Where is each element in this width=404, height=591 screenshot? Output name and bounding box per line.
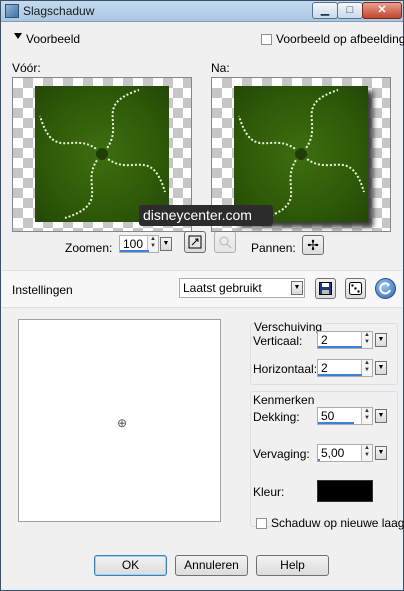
reset-arrow-icon (379, 282, 391, 295)
maximize-button[interactable]: □ (337, 2, 363, 19)
watermark-logo: disneycenter.com (139, 205, 273, 226)
horizontal-dropdown-button[interactable]: ▼ (375, 361, 387, 375)
preview-on-image-label: Voorbeeld op afbeelding (276, 32, 404, 46)
floppy-disk-icon (319, 282, 332, 295)
reset-button[interactable] (375, 278, 396, 299)
blur-dropdown-button[interactable]: ▼ (375, 446, 387, 460)
pan-button[interactable]: ✢ (302, 235, 324, 255)
dialog-content: Voorbeeld Voorbeeld op afbeelding Vóór: … (2, 22, 404, 588)
preset-dropdown[interactable]: Laatst gebruikt ▼ (179, 278, 305, 298)
before-label: Vóór: (12, 61, 41, 75)
color-label: Kleur: (253, 485, 285, 499)
before-swirl-image (35, 86, 169, 222)
vertical-level-bar (318, 346, 362, 348)
opacity-dropdown-button[interactable]: ▼ (375, 409, 387, 423)
help-button[interactable]: Help (256, 555, 329, 576)
blur-label: Vervaging: (253, 447, 310, 461)
zoom-level-bar (120, 250, 149, 252)
opacity-spin-arrows[interactable]: ▲ ▼ (361, 408, 372, 424)
preview-on-image-checkbox[interactable] (261, 34, 272, 45)
pan-label: Pannen: (251, 241, 296, 255)
cancel-button[interactable]: Annuleren (175, 555, 248, 576)
ok-button[interactable]: OK (94, 555, 167, 576)
fit-zoom-button[interactable] (184, 231, 206, 253)
preset-value: Laatst gebruikt (183, 281, 262, 295)
vertical-spinner[interactable]: 2 ▲ ▼ (317, 331, 373, 349)
shadow-new-layer-checkbox[interactable] (256, 518, 267, 529)
window-title: Slagschaduw (23, 4, 95, 18)
horizontal-spin-arrows[interactable]: ▲ ▼ (361, 360, 372, 376)
zoom-label: Zoomen: (65, 241, 113, 255)
zoom-dropdown-button[interactable]: ▼ (160, 237, 172, 251)
zoom-spinner[interactable]: 100 ▲ ▼ (119, 235, 159, 253)
crosshair-icon[interactable]: ⊕ (117, 416, 127, 430)
preview-section-header[interactable]: Voorbeeld (26, 32, 80, 46)
dialog-window: Slagschaduw ▁ □ ✕ Voorbeeld Voorbeeld op… (0, 0, 404, 591)
blur-spin-arrows[interactable]: ▲ ▼ (361, 445, 372, 461)
zoom-tool-button[interactable] (214, 231, 236, 253)
save-preset-button[interactable] (315, 278, 336, 299)
vertical-label: Verticaal: (253, 334, 303, 348)
after-label: Na: (211, 61, 230, 75)
after-swirl-image (234, 86, 368, 222)
offset-group: Verschuiving Verticaal: 2 ▲ ▼ ▼ Horizonta… (250, 320, 398, 385)
settings-label: Instellingen (12, 283, 73, 297)
horizontal-value: 2 (321, 361, 328, 375)
blur-level-bar (318, 459, 320, 461)
vertical-spin-arrows[interactable]: ▲ ▼ (361, 332, 372, 348)
title-bar[interactable]: Slagschaduw ▁ □ ✕ (1, 1, 403, 22)
minimize-button[interactable]: ▁ (312, 2, 338, 19)
shadow-new-layer-label: Schaduw op nieuwe laag (271, 516, 404, 530)
horizontal-label: Horizontaal: (253, 362, 318, 376)
dice-icon (349, 282, 362, 295)
collapse-triangle-icon[interactable] (14, 33, 22, 39)
opacity-spinner[interactable]: 50 ▲ ▼ (317, 407, 373, 425)
app-icon (5, 4, 19, 18)
preset-dropdown-arrow[interactable]: ▼ (291, 281, 303, 295)
zoom-fit-icon (188, 235, 202, 249)
shadow-offset-canvas[interactable]: ⊕ (18, 319, 221, 522)
opacity-level-bar (318, 422, 354, 424)
opacity-value: 50 (321, 409, 335, 423)
blur-spinner[interactable]: 5,00 ▲ ▼ (317, 444, 373, 462)
blur-value: 5,00 (321, 446, 345, 460)
zoom-value: 100 (123, 237, 144, 251)
color-swatch[interactable] (317, 480, 373, 502)
horizontal-level-bar (318, 374, 362, 376)
vertical-dropdown-button[interactable]: ▼ (375, 333, 387, 347)
properties-group: Kenmerken Dekking: 50 ▲ ▼ ▼ Vervaging: 5,… (250, 391, 398, 527)
vertical-value: 2 (321, 333, 328, 347)
properties-group-title: Kenmerken (253, 393, 315, 407)
offset-group-title: Verschuiving (253, 320, 324, 334)
opacity-label: Dekking: (253, 410, 300, 424)
horizontal-spinner[interactable]: 2 ▲ ▼ (317, 359, 373, 377)
close-button[interactable]: ✕ (362, 2, 402, 19)
randomize-button[interactable] (345, 278, 366, 299)
move-icon: ✢ (307, 237, 319, 253)
magnifier-icon (219, 236, 232, 249)
